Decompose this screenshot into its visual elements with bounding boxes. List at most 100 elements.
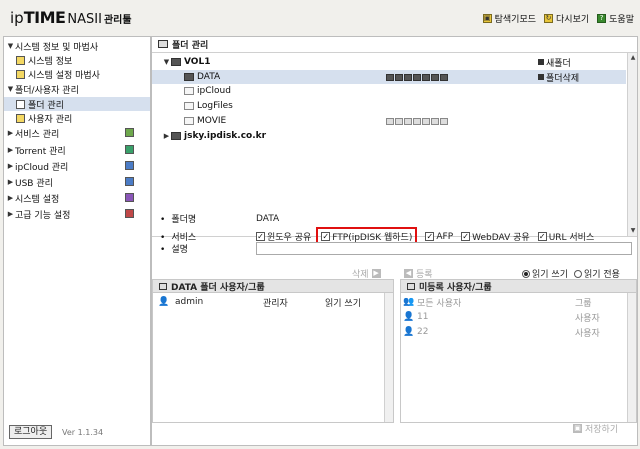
save-icon: ▣ bbox=[573, 424, 582, 433]
tree-remote[interactable]: ▶ jsky.ipdisk.co.kr bbox=[152, 129, 626, 143]
service-badges bbox=[386, 73, 448, 81]
sidebar-item-ipcloud[interactable]: ▶ ipCloud 관리 bbox=[4, 159, 150, 173]
version-label: Ver 1.1.34 bbox=[62, 428, 104, 437]
sidebar-item-label: 폴더 관리 bbox=[28, 100, 64, 111]
sidebar-item-system-info[interactable]: 시스템 정보 bbox=[4, 53, 150, 67]
volume-icon bbox=[171, 58, 181, 66]
save-button[interactable]: ▣ 저장하기 bbox=[573, 422, 618, 435]
panel-scrollbar[interactable] bbox=[627, 293, 636, 422]
sidebar-item-label: 시스템 정보 bbox=[28, 56, 73, 67]
logo-admin: 관리툴 bbox=[103, 15, 132, 26]
torrent-icon bbox=[125, 145, 134, 154]
folder-icon bbox=[184, 117, 194, 125]
sidebar-item-label: 서비스 관리 bbox=[15, 129, 60, 140]
table-row[interactable]: 👤 11 사용자 bbox=[401, 310, 627, 324]
sidebar-item-label: 시스템 설정 마법사 bbox=[28, 70, 100, 81]
explorer-icon: ▣ bbox=[482, 14, 492, 23]
panel-header: 미등록 사용자/그룹 bbox=[401, 280, 636, 293]
folder-manage-icon bbox=[158, 40, 168, 48]
page-icon bbox=[16, 55, 25, 65]
sidebar-group-system-info[interactable]: ▼ 시스템 정보 및 마법사 bbox=[4, 39, 150, 53]
sidebar-item-setup-wizard[interactable]: 시스템 설정 마법사 bbox=[4, 67, 150, 81]
tree-folder-movie[interactable]: MOVIE bbox=[152, 114, 626, 128]
chevron-right-icon: ▶ bbox=[7, 129, 14, 137]
table-row[interactable]: 👥 모든 사용자 그룹 bbox=[401, 295, 627, 309]
explorer-mode-link[interactable]: ▣ 탐색기모드 bbox=[482, 12, 537, 25]
reload-link[interactable]: ↻ 다시보기 bbox=[544, 12, 589, 25]
folder-users-panel: DATA 폴더 사용자/그룹 👤 admin 관리자 읽기 쓰기 bbox=[152, 279, 394, 423]
sidebar-item-label: 폴더/사용자 관리 bbox=[15, 85, 79, 96]
sidebar-item-folder-management[interactable]: 폴더 관리 bbox=[4, 97, 150, 111]
service-icon bbox=[125, 128, 134, 137]
delete-folder-label: 폴더삭제 bbox=[546, 73, 580, 84]
plus-icon bbox=[538, 59, 544, 65]
usb-icon bbox=[125, 177, 134, 186]
delete-folder-button[interactable]: 폴더삭제 bbox=[538, 71, 579, 84]
service-badges bbox=[386, 117, 448, 125]
unregistered-users-panel: 미등록 사용자/그룹 👥 모든 사용자 그룹 👤 11 사용자 👤 22 사용자 bbox=[400, 279, 637, 423]
radio-icon bbox=[573, 269, 582, 278]
group-icon: 👥 bbox=[403, 297, 415, 307]
check-icon: ✓ bbox=[461, 232, 471, 241]
tree-folder-logfiles[interactable]: LogFiles bbox=[152, 99, 626, 113]
sidebar-item-user-management[interactable]: 사용자 관리 bbox=[4, 111, 150, 125]
table-row[interactable]: 👤 admin 관리자 읽기 쓰기 bbox=[153, 295, 385, 309]
tree-volume[interactable]: ▼ VOL1 새폴더 bbox=[152, 55, 626, 69]
explorer-mode-label: 탐색기모드 bbox=[494, 15, 537, 25]
afp-checkbox[interactable]: ✓ AFP bbox=[425, 232, 453, 242]
chevron-right-icon: ▶ bbox=[7, 210, 14, 218]
folder-name-row: 폴더명 DATA bbox=[160, 212, 279, 226]
check-icon: ✓ bbox=[425, 232, 435, 241]
arrow-right-icon: ▶ bbox=[371, 269, 381, 278]
help-link[interactable]: ? 도움말 bbox=[597, 12, 634, 25]
top-nav: ▣ 탐색기모드 ↻ 다시보기 ? 도움말 bbox=[482, 12, 634, 25]
check-icon: ✓ bbox=[256, 232, 265, 241]
user-icon: 👤 bbox=[158, 297, 170, 307]
table-row[interactable]: 👤 22 사용자 bbox=[401, 325, 627, 339]
sidebar-item-label: Torrent 관리 bbox=[15, 146, 66, 157]
user-icon: 👤 bbox=[403, 312, 415, 322]
sidebar-item-service-management[interactable]: ▶ 서비스 관리 bbox=[4, 126, 150, 140]
sidebar-item-system-settings[interactable]: ▶ 시스템 설정 bbox=[4, 191, 150, 205]
users-icon bbox=[407, 282, 415, 290]
logout-button[interactable]: 로그아웃 bbox=[9, 425, 53, 439]
folder-page-icon bbox=[16, 99, 25, 109]
reload-icon: ↻ bbox=[544, 14, 554, 23]
volume-label: VOL1 bbox=[184, 57, 211, 67]
folder-icon bbox=[184, 102, 194, 110]
main-panel: 폴더 관리 ▼ VOL1 새폴더 DATA 폴더삭제 ipCloud LogFi… bbox=[151, 36, 638, 446]
folder-icon bbox=[159, 282, 167, 290]
reload-label: 다시보기 bbox=[556, 15, 590, 25]
header: ip TIME NASII 관리툴 ▣ 탐색기모드 ↻ 다시보기 ? 도움말 bbox=[0, 0, 640, 36]
check-icon: ✓ bbox=[321, 232, 331, 241]
folder-name-label: 폴더명 bbox=[160, 212, 256, 225]
description-input[interactable] bbox=[256, 242, 632, 255]
scroll-up-icon[interactable]: ▲ bbox=[629, 54, 637, 62]
description-row: 설명 bbox=[160, 242, 632, 255]
chevron-right-icon: ▶ bbox=[7, 178, 14, 186]
sidebar-item-advanced[interactable]: ▶ 고급 기능 설정 bbox=[4, 207, 150, 221]
sidebar-item-label: 사용자 관리 bbox=[28, 114, 73, 125]
logo-ip: ip bbox=[10, 9, 24, 27]
folder-tree: ▼ VOL1 새폴더 DATA 폴더삭제 ipCloud LogFiles MO… bbox=[152, 52, 637, 237]
sidebar-group-folder-user[interactable]: ▼ 폴더/사용자 관리 bbox=[4, 82, 150, 96]
page-title: 폴더 관리 bbox=[152, 37, 637, 51]
chevron-right-icon: ▶ bbox=[7, 146, 14, 154]
logo-time: TIME bbox=[23, 8, 66, 27]
chevron-right-icon: ▶ bbox=[7, 162, 14, 170]
panel-scrollbar[interactable] bbox=[384, 293, 393, 422]
sidebar-item-label: 시스템 정보 및 마법사 bbox=[15, 42, 99, 53]
tree-scrollbar[interactable]: ▲ ▼ bbox=[627, 53, 637, 236]
logo-nas: NASII bbox=[67, 12, 102, 27]
sidebar: ▼ 시스템 정보 및 마법사 시스템 정보 시스템 설정 마법사 ▼ 폴더/사용… bbox=[3, 36, 151, 446]
chevron-down-icon: ▼ bbox=[7, 85, 14, 93]
sidebar-item-usb[interactable]: ▶ USB 관리 bbox=[4, 175, 150, 189]
page-icon bbox=[16, 69, 25, 79]
tree-folder-data[interactable]: DATA 폴더삭제 bbox=[152, 70, 626, 84]
sidebar-item-label: 시스템 설정 bbox=[15, 194, 60, 205]
scroll-down-icon[interactable]: ▼ bbox=[629, 227, 637, 235]
sidebar-item-torrent[interactable]: ▶ Torrent 관리 bbox=[4, 143, 150, 157]
new-folder-button[interactable]: 새폴더 bbox=[538, 56, 571, 69]
save-label: 저장하기 bbox=[585, 425, 619, 435]
tree-folder-ipcloud[interactable]: ipCloud bbox=[152, 84, 626, 98]
